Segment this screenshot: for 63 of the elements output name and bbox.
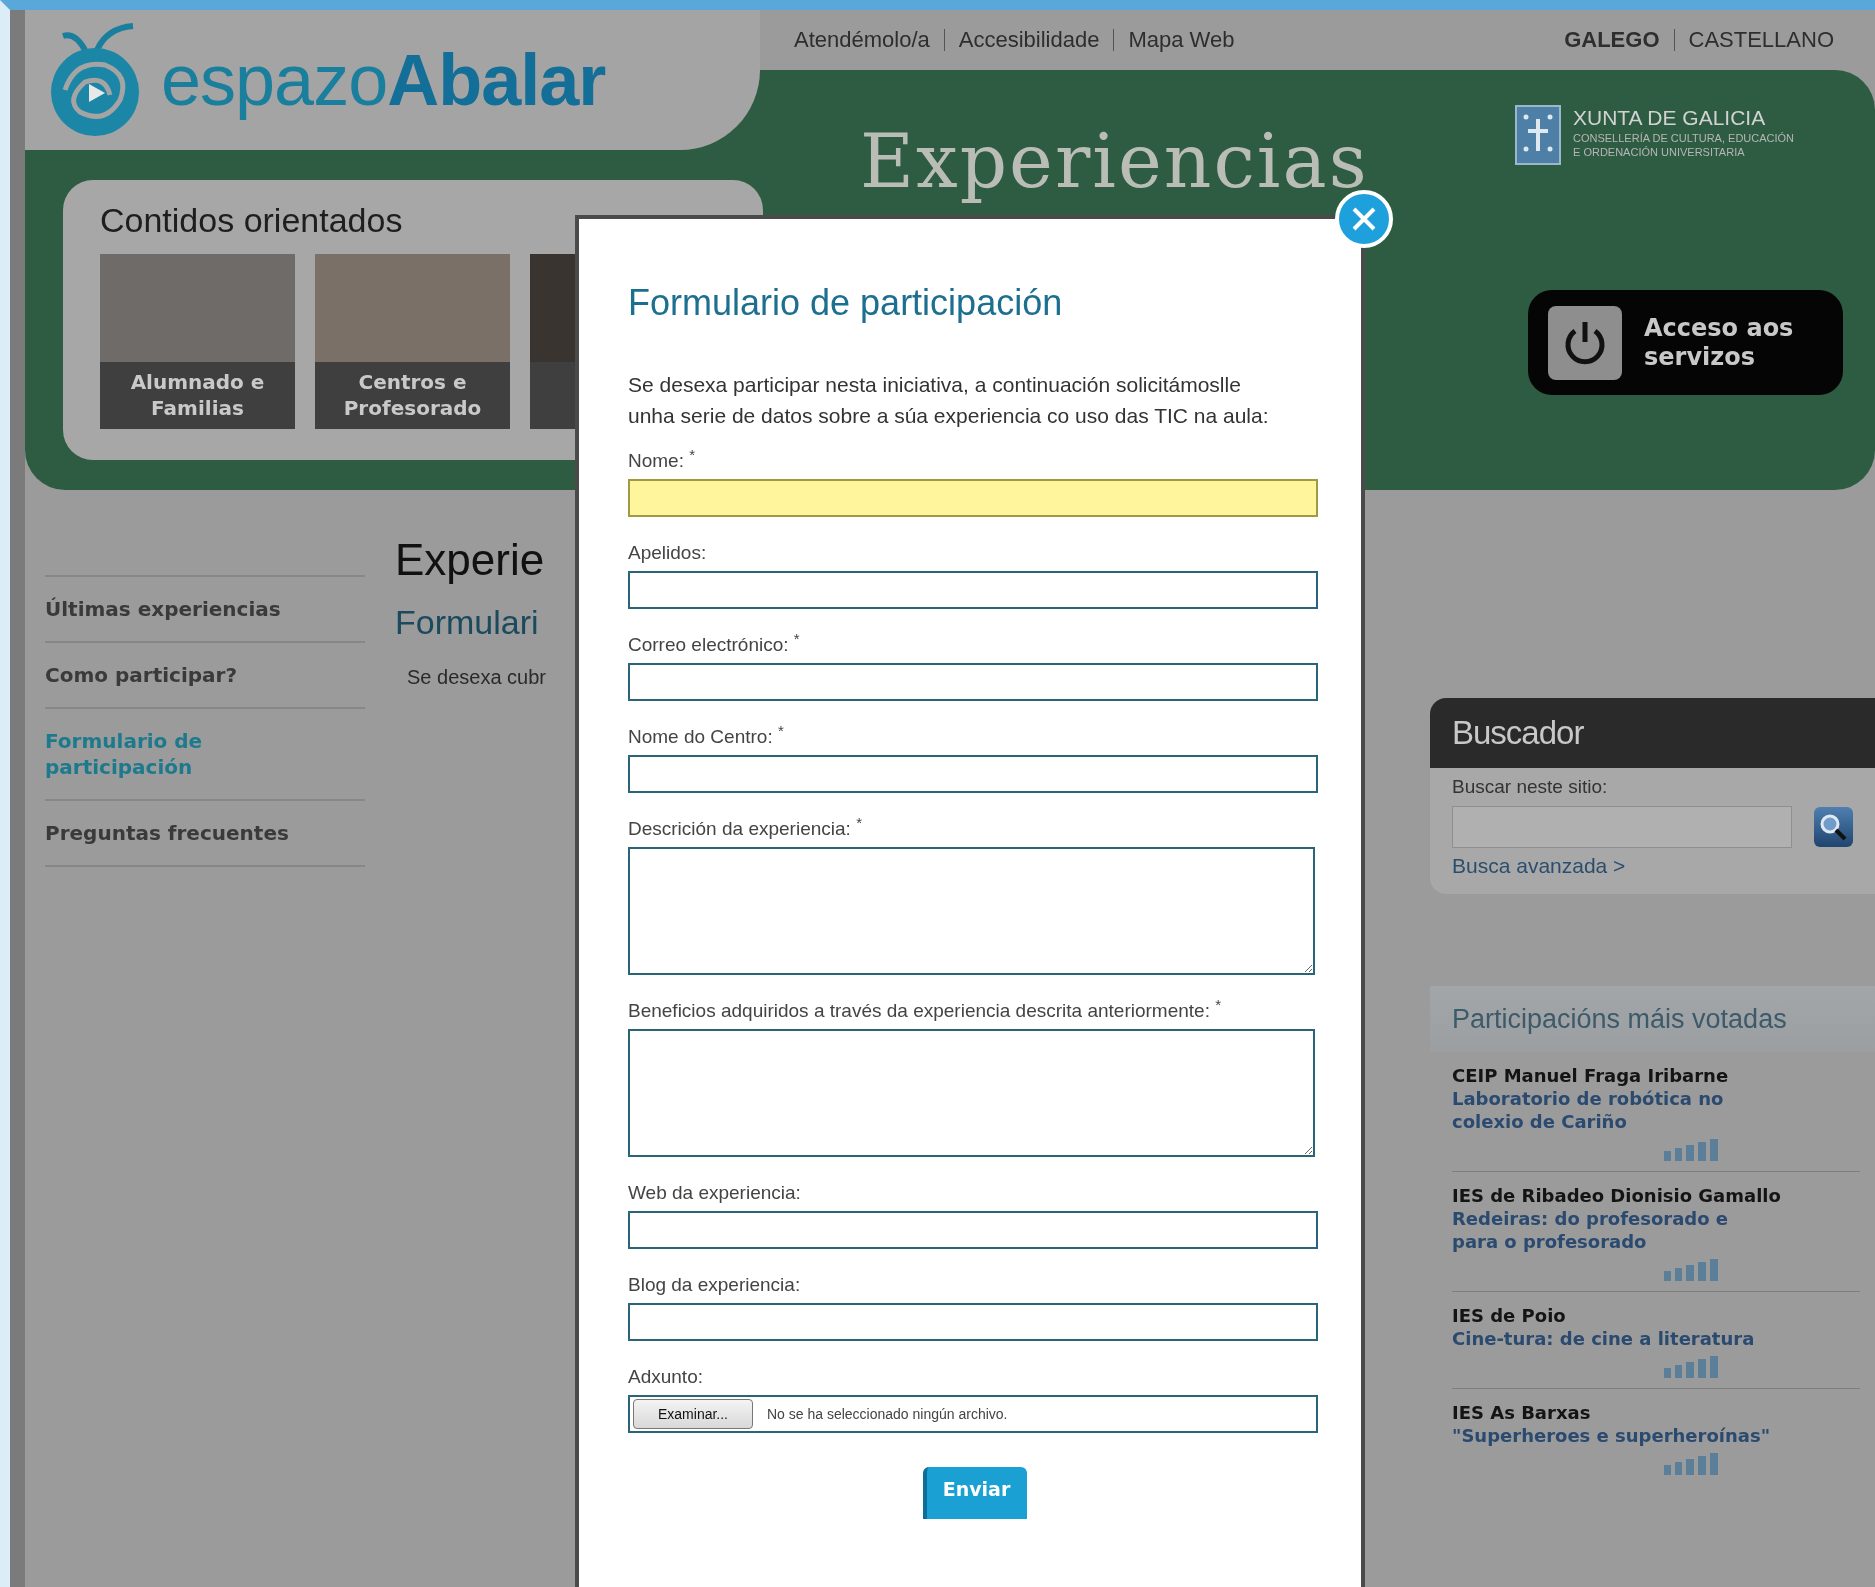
field-label: Nome: $^{*}$: [628, 449, 697, 473]
page-heading: Experie: [395, 534, 546, 586]
emblem-icon: [1515, 105, 1561, 165]
language-link[interactable]: CASTELLANO: [1673, 29, 1848, 51]
department-name: CONSELLERÍA DE CULTURA, EDUCACIÓN: [1573, 131, 1795, 145]
banner-title: Experiencias: [860, 118, 1369, 206]
dialog-title: Formulario de participación: [628, 281, 1064, 325]
school-name: CEIP Manuel Fraga Iribarne: [1452, 1064, 1730, 1087]
field-label: Nome do Centro: $^{*}$: [628, 725, 785, 749]
school-name: IES As Barxas: [1452, 1401, 1592, 1424]
search-icon: [1818, 812, 1849, 842]
school-name: IES de Ribadeo Dionisio Gamallo: [1452, 1184, 1782, 1207]
search-button[interactable]: [1813, 807, 1853, 847]
section-title: Participacións máis votadas: [1430, 986, 1875, 1052]
department-name: E ORDENACIÓN UNIVERSITARIA: [1573, 145, 1746, 159]
category-link[interactable]: Centros e Profesorado: [315, 362, 510, 429]
vote-bars-icon: [1664, 1453, 1718, 1475]
input-field[interactable]: [628, 755, 1318, 793]
vote-bars-icon: [1664, 1356, 1718, 1378]
experience-link[interactable]: Cine-tura: de cine a literatura: [1452, 1327, 1774, 1350]
search-label: Buscar neste sitio:: [1452, 776, 1609, 798]
input-field[interactable]: [628, 479, 1318, 517]
sidebar-link[interactable]: Preguntas frecuentes: [45, 799, 365, 867]
field-label: Adxunto:: [628, 1365, 704, 1389]
text-area[interactable]: [628, 847, 1315, 975]
experience-link[interactable]: Laboratorio de robótica no colexio de Cariño: [1452, 1087, 1774, 1133]
dialog-intro: Se desexa participar nesta iniciativa, a continuación solicitámoslle unha serie de datos sobre a súa experiencia co uso das TIC na aula:: [628, 372, 1270, 429]
input-field[interactable]: [628, 571, 1318, 609]
vote-bars-icon: [1664, 1259, 1718, 1281]
vote-bars-icon: [1664, 1139, 1718, 1161]
top-link[interactable]: Atendémolo/a: [780, 29, 944, 51]
field-label: Apelidos:: [628, 541, 708, 565]
sidebar-link[interactable]: Últimas experiencias: [45, 575, 365, 641]
field-label: Web da experiencia:: [628, 1181, 802, 1205]
field-label: Correo electrónico: $^{*}$: [628, 633, 801, 657]
input-field[interactable]: [628, 1303, 1318, 1341]
experience-link[interactable]: "Superheroes e superheroínas": [1452, 1424, 1774, 1447]
category-link[interactable]: Alumnado e Familias: [100, 362, 295, 429]
top-link[interactable]: Accesibilidade: [943, 29, 1114, 51]
language-link[interactable]: GALEGO: [1550, 29, 1674, 51]
input-field[interactable]: [628, 1211, 1318, 1249]
text-area[interactable]: [628, 1029, 1315, 1157]
access-button[interactable]: Acceso aos servizos: [1528, 290, 1843, 395]
power-icon: [1548, 305, 1622, 380]
search-field[interactable]: [1452, 806, 1792, 848]
browse-button[interactable]: Examinar...: [633, 1399, 753, 1429]
submit-button[interactable]: Enviar: [922, 1467, 1027, 1519]
file-status: No se ha seleccionado ningún archivo.: [767, 1406, 1008, 1422]
advanced-search-link[interactable]: Busca avanzada >: [1452, 854, 1626, 878]
field-label: Blog da experiencia:: [628, 1273, 802, 1297]
top-link[interactable]: Mapa Web: [1113, 29, 1249, 51]
panel-title: Contidos orientados: [100, 200, 404, 240]
page-text: Se desexa cubr: [406, 666, 547, 689]
government-name: XUNTA DE GALICIA: [1573, 105, 1767, 131]
field-label: Descrición da experiencia: $^{*}$: [628, 817, 863, 841]
sidebar-link[interactable]: Como participar?: [45, 641, 365, 707]
school-name: IES de Poio: [1452, 1304, 1567, 1327]
field-label: Beneficios adquiridos a través da experiencia descrita anteriormente: $^{*}$: [628, 999, 1223, 1023]
logo-wordmark[interactable]: espazoAbalar: [161, 39, 606, 121]
page-subheading: Formulari: [395, 602, 540, 643]
search-title: Buscador: [1430, 698, 1875, 768]
experience-link[interactable]: Redeiras: do profesorado e para o profesorado: [1452, 1207, 1774, 1253]
input-field[interactable]: [628, 663, 1318, 701]
